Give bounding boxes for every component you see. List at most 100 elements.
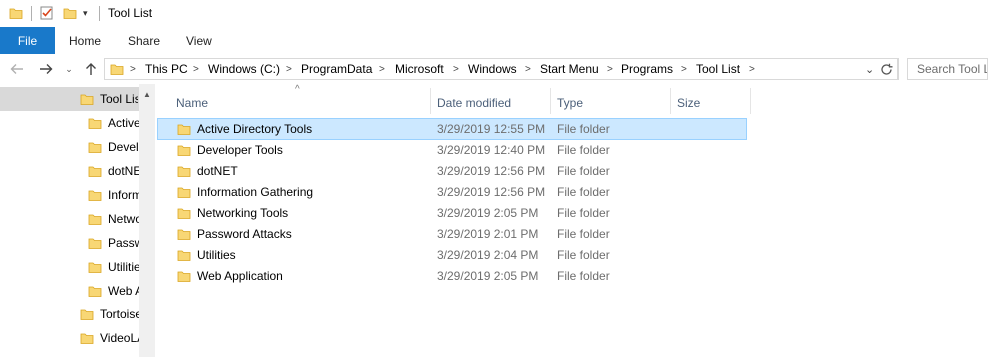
divider xyxy=(31,6,32,21)
scroll-up-icon[interactable]: ▲ xyxy=(143,90,151,99)
nav-item-dotnet[interactable]: dotNET xyxy=(88,160,139,182)
column-header-type[interactable]: Type xyxy=(557,92,583,114)
chevron-right-icon[interactable]: > xyxy=(379,59,385,79)
table-row[interactable]: Developer Tools 3/29/2019 12:40 PM File … xyxy=(158,140,746,160)
file-name: Password Attacks xyxy=(197,227,292,241)
column-header-size[interactable]: Size xyxy=(677,92,700,114)
breadcrumb-windows-c[interactable]: Windows (C:) xyxy=(208,59,280,79)
breadcrumb-this-pc[interactable]: This PC xyxy=(145,59,188,79)
folder-icon xyxy=(177,206,191,220)
chevron-right-icon[interactable]: > xyxy=(525,59,531,79)
new-folder-icon[interactable] xyxy=(63,6,77,20)
file-type: File folder xyxy=(557,122,610,136)
nav-item-information-gathering[interactable]: Information Gathering xyxy=(88,184,139,206)
table-row[interactable]: Password Attacks 3/29/2019 2:01 PM File … xyxy=(158,224,746,244)
search-input[interactable]: Search Tool List xyxy=(907,58,988,80)
folder-icon xyxy=(9,6,23,20)
folder-icon xyxy=(88,236,102,250)
back-arrow-icon[interactable] xyxy=(8,60,26,78)
customize-toolbar-icon[interactable]: ▾ xyxy=(83,6,93,20)
nav-item-label: Information Gathering xyxy=(108,188,139,202)
folder-icon xyxy=(177,227,191,241)
folder-icon xyxy=(177,122,191,136)
file-date: 3/29/2019 2:05 PM xyxy=(437,206,539,220)
properties-icon[interactable] xyxy=(39,5,55,21)
refresh-icon[interactable] xyxy=(878,61,894,77)
table-row[interactable]: Web Application 3/29/2019 2:05 PM File f… xyxy=(158,266,746,286)
folder-icon xyxy=(80,331,94,345)
nav-item-partial[interactable] xyxy=(80,351,139,357)
nav-item-networking-tools[interactable]: Networking Tools xyxy=(88,208,139,230)
nav-item-label: VideoLAN xyxy=(100,331,139,345)
folder-icon xyxy=(177,248,191,262)
nav-item-developer-tools[interactable]: Developer Tools xyxy=(88,136,139,158)
breadcrumb-start-menu[interactable]: Start Menu xyxy=(540,59,599,79)
column-header-date-modified[interactable]: Date modified xyxy=(437,92,511,114)
tab-share[interactable]: Share xyxy=(128,27,160,54)
file-type: File folder xyxy=(557,227,610,241)
table-row[interactable]: Active Directory Tools 3/29/2019 12:55 P… xyxy=(157,118,747,140)
chevron-right-icon[interactable]: > xyxy=(286,59,292,79)
folder-icon xyxy=(110,62,124,76)
breadcrumb-microsoft[interactable]: Microsoft xyxy=(395,59,444,79)
chevron-right-icon[interactable]: > xyxy=(453,59,459,79)
nav-item-videolan[interactable]: VideoLAN xyxy=(80,327,139,349)
chevron-right-icon[interactable]: > xyxy=(607,59,613,79)
file-name: dotNET xyxy=(197,164,238,178)
file-name: Networking Tools xyxy=(197,206,289,220)
recent-locations-icon[interactable]: ⌄ xyxy=(63,60,75,78)
folder-icon xyxy=(88,284,102,298)
breadcrumb-tool-list[interactable]: Tool List xyxy=(696,59,740,79)
file-name: Information Gathering xyxy=(197,185,314,199)
chevron-right-icon[interactable]: > xyxy=(681,59,687,79)
nav-item-label: Password Attacks xyxy=(108,236,139,250)
table-row[interactable]: Networking Tools 3/29/2019 2:05 PM File … xyxy=(158,203,746,223)
file-date: 3/29/2019 12:55 PM xyxy=(437,122,546,136)
chevron-right-icon[interactable]: > xyxy=(130,59,136,79)
table-row[interactable]: Information Gathering 3/29/2019 12:56 PM… xyxy=(158,182,746,202)
column-divider[interactable] xyxy=(750,88,751,114)
folder-icon xyxy=(177,185,191,199)
address-bar[interactable]: > This PC > Windows (C:) > ProgramData >… xyxy=(104,58,898,80)
file-date: 3/29/2019 2:01 PM xyxy=(437,227,539,241)
nav-item-label: Active Directory Tools xyxy=(108,116,139,130)
tab-view[interactable]: View xyxy=(186,27,212,54)
nav-item-password-attacks[interactable]: Password Attacks xyxy=(88,232,139,254)
nav-scrollbar[interactable]: ▲ xyxy=(139,84,155,357)
folder-icon xyxy=(80,307,94,321)
file-type: File folder xyxy=(557,164,610,178)
chevron-right-icon[interactable]: > xyxy=(749,59,755,79)
nav-item-active-directory-tools[interactable]: Active Directory Tools xyxy=(88,112,139,134)
file-date: 3/29/2019 12:40 PM xyxy=(437,143,546,157)
table-row[interactable]: Utilities 3/29/2019 2:04 PM File folder xyxy=(158,245,746,265)
file-date: 3/29/2019 12:56 PM xyxy=(437,185,546,199)
nav-item-tool-list[interactable]: Tool List xyxy=(80,88,138,110)
breadcrumb-windows[interactable]: Windows xyxy=(468,59,517,79)
file-date: 3/29/2019 2:05 PM xyxy=(437,269,539,283)
forward-arrow-icon[interactable] xyxy=(37,60,55,78)
column-header-name[interactable]: Name xyxy=(176,92,208,114)
nav-item-utilities[interactable]: Utilities xyxy=(88,256,139,278)
title-bar: ▾ Tool List xyxy=(0,0,988,27)
tab-file[interactable]: File xyxy=(0,27,55,54)
column-divider[interactable] xyxy=(550,88,551,114)
file-type: File folder xyxy=(557,248,610,262)
divider xyxy=(898,58,899,80)
file-type: File folder xyxy=(557,269,610,283)
nav-item-tortoisesvn[interactable]: TortoiseSVN xyxy=(80,303,139,325)
file-type: File folder xyxy=(557,185,610,199)
column-divider[interactable] xyxy=(430,88,431,114)
nav-item-web-application[interactable]: Web Application xyxy=(88,280,139,302)
column-divider[interactable] xyxy=(670,88,671,114)
folder-icon xyxy=(88,260,102,274)
table-row[interactable]: dotNET 3/29/2019 12:56 PM File folder xyxy=(158,161,746,181)
up-arrow-icon[interactable] xyxy=(83,60,99,78)
navigation-bar: ⌄ > This PC > Windows (C:) > ProgramData… xyxy=(0,54,988,84)
folder-icon xyxy=(88,116,102,130)
breadcrumb-programdata[interactable]: ProgramData xyxy=(301,59,372,79)
tab-home[interactable]: Home xyxy=(69,27,101,54)
file-list-view: ^ Name Date modified Type Size Active Di… xyxy=(155,84,988,357)
breadcrumb-programs[interactable]: Programs xyxy=(621,59,673,79)
address-dropdown-icon[interactable]: ⌄ xyxy=(865,59,874,79)
chevron-right-icon[interactable]: > xyxy=(193,59,199,79)
